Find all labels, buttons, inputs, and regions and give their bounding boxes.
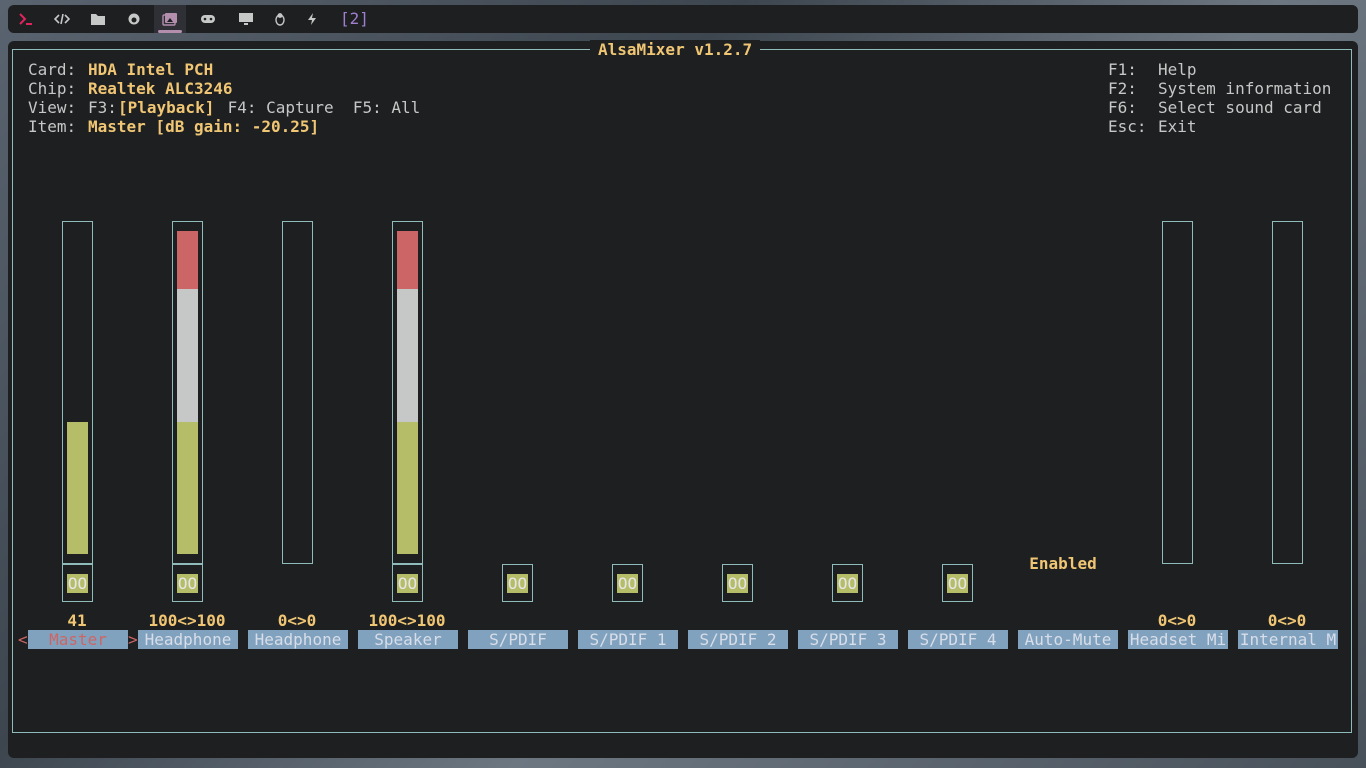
master-volume-bar[interactable] bbox=[62, 221, 93, 564]
volume-level-high bbox=[177, 231, 198, 290]
chip-value: Realtek ALC3246 bbox=[88, 79, 233, 98]
view-f3[interactable]: F3: bbox=[88, 98, 117, 117]
headset-mic-value: 0<>0 bbox=[1157, 611, 1197, 630]
volume-level-high bbox=[397, 231, 418, 290]
workspace-bar: [2] bbox=[8, 5, 1358, 33]
control-label-spdif[interactable]: S/PDIF bbox=[468, 630, 568, 649]
help-text[interactable]: Help bbox=[1158, 60, 1197, 79]
switch-state: OO bbox=[947, 574, 968, 593]
spdif-4-switch[interactable]: OO bbox=[942, 564, 973, 602]
headphone-mute-switch[interactable]: OO bbox=[172, 564, 203, 602]
help-key: Esc: bbox=[1108, 117, 1147, 136]
control-label-spdif-2[interactable]: S/PDIF 2 bbox=[688, 630, 788, 649]
view-other[interactable]: F4: Capture F5: All bbox=[218, 98, 421, 117]
terminal-icon[interactable] bbox=[10, 5, 42, 33]
spdif-switch[interactable]: OO bbox=[502, 564, 533, 602]
internal-mic-value: 0<>0 bbox=[1267, 611, 1307, 630]
chip-label: Chip: bbox=[28, 79, 77, 98]
control-label-speaker[interactable]: Speaker bbox=[358, 630, 458, 649]
gallery-icon[interactable] bbox=[154, 5, 186, 33]
switch-state: OO bbox=[507, 574, 528, 593]
headset-mic-volume-bar[interactable] bbox=[1162, 221, 1193, 564]
gamepad-icon[interactable] bbox=[192, 5, 224, 33]
control-label-auto-mute[interactable]: Auto-Mute bbox=[1018, 630, 1118, 649]
control-label-internal-mic[interactable]: Internal M bbox=[1238, 630, 1338, 649]
control-label-headphone-2[interactable]: Headphone bbox=[248, 630, 348, 649]
switch-state: OO bbox=[617, 574, 638, 593]
help-text[interactable]: System information bbox=[1158, 79, 1331, 98]
switch-state: OO bbox=[727, 574, 748, 593]
volume-level-low bbox=[397, 421, 418, 554]
view-label: View: bbox=[28, 98, 77, 117]
card-label: Card: bbox=[28, 60, 77, 79]
volume-level-low bbox=[67, 421, 88, 554]
control-label-headphone[interactable]: Headphone bbox=[138, 630, 238, 649]
internal-mic-volume-bar[interactable] bbox=[1272, 221, 1303, 564]
app-title: AlsaMixer v1.2.7 bbox=[590, 40, 761, 59]
card-value: HDA Intel PCH bbox=[88, 60, 214, 79]
selection-right-marker: > bbox=[128, 630, 138, 649]
switch-state: OO bbox=[837, 574, 858, 593]
spdif-2-switch[interactable]: OO bbox=[722, 564, 753, 602]
headphone-value: 100<>100 bbox=[148, 611, 226, 630]
workspace-count[interactable]: [2] bbox=[340, 5, 369, 33]
help-key: F1: bbox=[1108, 60, 1137, 79]
item-value: Master [dB gain: -20.25] bbox=[88, 117, 320, 136]
volume-level-low bbox=[177, 421, 198, 554]
help-key: F6: bbox=[1108, 98, 1137, 117]
headphone-2-value: 0<>0 bbox=[277, 611, 317, 630]
master-value: 41 bbox=[67, 611, 87, 630]
speaker-mute-switch[interactable]: OO bbox=[392, 564, 423, 602]
switch-state: OO bbox=[397, 574, 418, 593]
folder-icon[interactable] bbox=[82, 5, 114, 33]
view-playback[interactable]: [Playback] bbox=[118, 98, 214, 117]
control-label-spdif-1[interactable]: S/PDIF 1 bbox=[578, 630, 678, 649]
help-text[interactable]: Select sound card bbox=[1158, 98, 1322, 117]
headphone-2-volume-bar[interactable] bbox=[282, 221, 313, 564]
help-text[interactable]: Exit bbox=[1158, 117, 1197, 136]
linux-icon[interactable] bbox=[264, 5, 296, 33]
control-label-spdif-3[interactable]: S/PDIF 3 bbox=[798, 630, 898, 649]
code-icon[interactable] bbox=[46, 5, 78, 33]
headphone-volume-bar[interactable] bbox=[172, 221, 203, 564]
spdif-3-switch[interactable]: OO bbox=[832, 564, 863, 602]
item-label: Item: bbox=[28, 117, 77, 136]
control-label-spdif-4[interactable]: S/PDIF 4 bbox=[908, 630, 1008, 649]
master-mute-switch[interactable]: OO bbox=[62, 564, 93, 602]
control-label-master[interactable]: Master bbox=[28, 630, 128, 649]
selection-left-marker: < bbox=[18, 630, 28, 649]
firefox-icon[interactable] bbox=[118, 5, 150, 33]
volume-level-mid bbox=[397, 289, 418, 422]
auto-mute-state[interactable]: Enabled bbox=[1008, 554, 1118, 573]
speaker-volume-bar[interactable] bbox=[392, 221, 423, 564]
speaker-value: 100<>100 bbox=[368, 611, 446, 630]
spdif-1-switch[interactable]: OO bbox=[612, 564, 643, 602]
help-key: F2: bbox=[1108, 79, 1137, 98]
switch-state: OO bbox=[67, 574, 88, 593]
bolt-icon[interactable] bbox=[296, 5, 328, 33]
switch-state: OO bbox=[177, 574, 198, 593]
control-label-headset-mic[interactable]: Headset Mi bbox=[1128, 630, 1228, 649]
volume-level-mid bbox=[177, 289, 198, 422]
monitor-icon[interactable] bbox=[230, 5, 262, 33]
